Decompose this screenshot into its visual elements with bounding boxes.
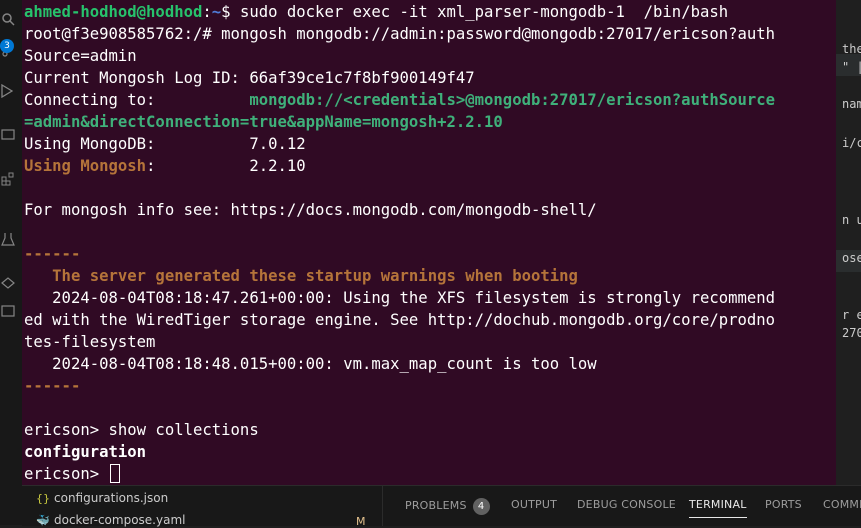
prompt-path: ~ bbox=[211, 3, 222, 21]
editor-fragment: ose bbox=[842, 251, 861, 265]
terminal-line-warning2: 2024-08-04T08:18:48.015+00:00: vm.max_ma… bbox=[24, 355, 597, 373]
docker-command: sudo docker exec -it xml_parser-mongodb-… bbox=[239, 3, 729, 21]
terminal-line-shell-command: ericson> show collections bbox=[24, 421, 259, 439]
terminal-line-warning1: 2024-08-04T08:18:47.261+00:00: Using the… bbox=[24, 289, 776, 307]
terminal-line-connecting-cont: =admin&directConnection=true&appName=mon… bbox=[24, 113, 503, 131]
json-braces-icon: {} bbox=[36, 492, 50, 505]
testing-icon[interactable] bbox=[0, 228, 22, 250]
accounts-icon[interactable] bbox=[0, 300, 22, 322]
explorer-file-configurations-json[interactable]: {} configurations.json bbox=[36, 491, 168, 505]
tab-terminal[interactable]: TERMINAL bbox=[689, 498, 747, 518]
tab-problems[interactable]: PROBLEMS 4 bbox=[405, 498, 490, 515]
docker-compose-icon: 🐳 bbox=[36, 514, 50, 527]
terminal-line-connecting: Connecting to: mongodb://<credentials>@m… bbox=[24, 91, 776, 109]
terminal-cursor bbox=[109, 464, 120, 483]
modified-status: M bbox=[356, 515, 366, 528]
terminal-line-root-prompt: root@f3e908585762:/# mongosh mongodb://a… bbox=[24, 25, 776, 43]
editor-peek: the " | nam i/c n us ose r e 270 bbox=[836, 0, 861, 485]
terminal-line-dashes2: ------ bbox=[24, 377, 81, 395]
editor-fragment: i/c bbox=[842, 136, 861, 150]
editor-fragment: 270 bbox=[842, 326, 861, 340]
terminal-line-collection: configuration bbox=[24, 443, 147, 461]
editor-fragment: " | bbox=[842, 60, 861, 74]
prompt-user: ahmed-hodhod@hodhod bbox=[24, 3, 203, 21]
terminal-line-warning-title: The server generated these startup warni… bbox=[24, 267, 578, 285]
problems-count-badge: 4 bbox=[472, 498, 490, 515]
terminal-line-command: ahmed-hodhod@hodhod:~$ sudo docker exec … bbox=[24, 3, 729, 21]
terminal-line-mongodb: Using MongoDB: 7.0.12 bbox=[24, 135, 306, 153]
editor-fragment: n us bbox=[842, 213, 861, 227]
terminal-line-final-prompt[interactable]: ericson> bbox=[24, 463, 120, 485]
tab-ports[interactable]: PORTS bbox=[765, 498, 802, 511]
panel-tabs: PROBLEMS 4 OUTPUT DEBUG CONSOLE TERMINAL … bbox=[382, 486, 861, 526]
terminal-line-warning1-cont2: tes-filesystem bbox=[24, 333, 156, 351]
extensions-icon[interactable] bbox=[0, 168, 22, 190]
docker-icon[interactable] bbox=[0, 272, 22, 294]
terminal-line-warning1-cont1: ed with the WiredTiger storage engine. S… bbox=[24, 311, 776, 329]
editor-fragment: the bbox=[842, 42, 861, 56]
search-icon[interactable] bbox=[0, 8, 22, 30]
tab-debug-console[interactable]: DEBUG CONSOLE bbox=[577, 498, 676, 511]
activity-bar: 3 bbox=[0, 0, 23, 525]
tab-output[interactable]: OUTPUT bbox=[511, 498, 557, 511]
terminal-window[interactable]: ahmed-hodhod@hodhod:~$ sudo docker exec … bbox=[22, 0, 836, 485]
terminal-line-mongosh: Using Mongosh: 2.2.10 bbox=[24, 157, 306, 175]
terminal-line-dashes: ------ bbox=[24, 245, 81, 263]
editor-fragment: nam bbox=[842, 97, 861, 111]
run-debug-icon[interactable] bbox=[0, 80, 22, 102]
source-control-badge: 3 bbox=[0, 39, 14, 53]
editor-fragment: r e bbox=[842, 308, 861, 322]
terminal-line-root-prompt-cont: Source=admin bbox=[24, 47, 137, 65]
terminal-line-log-id: Current Mongosh Log ID: 66af39ce1c7f8bf9… bbox=[24, 69, 475, 87]
tab-comments[interactable]: COMME bbox=[823, 498, 861, 511]
terminal-line-info: For mongosh info see: https://docs.mongo… bbox=[24, 201, 597, 219]
remote-explorer-icon[interactable] bbox=[0, 124, 22, 146]
bottom-strip: {} configurations.json 🐳 docker-compose.ya… bbox=[22, 485, 861, 528]
connection-url: mongodb://<credentials>@mongodb:27017/er… bbox=[249, 91, 776, 109]
